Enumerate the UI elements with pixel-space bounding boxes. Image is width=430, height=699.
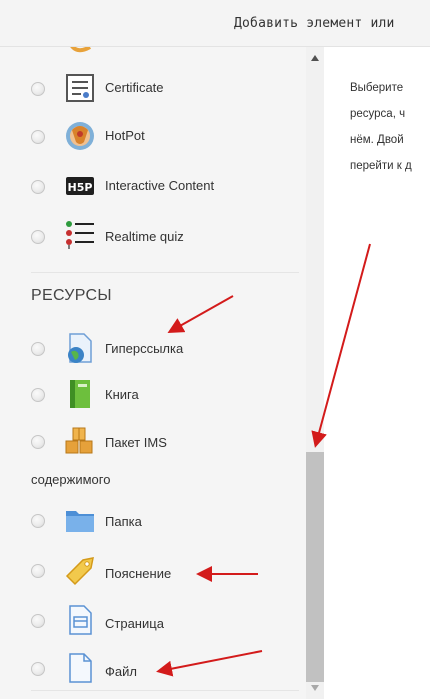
activity-item-interactive-content[interactable]: H5P Interactive Content: [0, 166, 300, 206]
radio-button[interactable]: [31, 514, 45, 528]
activity-item-hotpot[interactable]: HotPot: [0, 116, 300, 156]
resource-label[interactable]: Пояснение: [105, 566, 171, 581]
resource-item-file[interactable]: Файл: [0, 651, 300, 691]
resource-item-url[interactable]: Гиперссылка: [0, 329, 300, 369]
partial-icon: [70, 47, 91, 53]
list-divider: [31, 690, 299, 691]
section-heading: РЕСУРСЫ: [31, 287, 112, 304]
ims-package-icon: [65, 427, 93, 454]
radio-button[interactable]: [31, 230, 45, 244]
help-text-line: перейти к д: [350, 160, 412, 172]
resource-item-book[interactable]: Книга: [0, 375, 300, 415]
radio-button[interactable]: [31, 180, 45, 194]
help-text-line: нём. Двой: [350, 134, 404, 146]
help-text-line: ресурса, ч: [350, 108, 406, 120]
hotpot-icon: [66, 122, 94, 150]
scrollbar-thumb[interactable]: [306, 452, 324, 682]
radio-button[interactable]: [31, 130, 45, 144]
section-divider: [31, 272, 299, 273]
resource-item-folder[interactable]: Папка: [0, 501, 300, 541]
resource-label[interactable]: Книга: [105, 387, 139, 402]
resource-item-ims-package[interactable]: Пакет IMS: [0, 424, 300, 464]
radio-button[interactable]: [31, 82, 45, 96]
scroll-down-arrow-icon[interactable]: [310, 684, 320, 692]
svg-text:H5P: H5P: [68, 181, 93, 194]
activity-label[interactable]: Realtime quiz: [105, 229, 184, 244]
dialog-header: Добавить элемент или: [0, 0, 430, 47]
activity-item-realtime-quiz[interactable]: Realtime quiz: [0, 216, 300, 256]
dialog-title: Добавить элемент или: [234, 16, 395, 31]
radio-button[interactable]: [31, 388, 45, 402]
file-icon: [69, 653, 92, 683]
radio-button[interactable]: [31, 435, 45, 449]
resource-label[interactable]: Гиперссылка: [105, 341, 183, 356]
radio-button[interactable]: [31, 662, 45, 676]
help-text-line: Выберите: [350, 82, 404, 94]
activity-label[interactable]: Interactive Content: [105, 178, 214, 193]
resource-item-page[interactable]: Страница: [0, 603, 300, 643]
resource-label[interactable]: Папка: [105, 514, 142, 529]
activity-label[interactable]: Certificate: [105, 80, 164, 95]
resource-label[interactable]: Файл: [105, 664, 137, 679]
certificate-icon: [66, 74, 94, 102]
activity-label[interactable]: HotPot: [105, 128, 145, 143]
scroll-up-arrow-icon[interactable]: [310, 54, 320, 62]
page-icon: [69, 605, 92, 635]
radio-button[interactable]: [31, 564, 45, 578]
label-tag-icon: [65, 557, 94, 586]
resource-label[interactable]: Страница: [105, 616, 164, 631]
h5p-icon: H5P: [66, 177, 94, 195]
activity-item-certificate[interactable]: Certificate: [0, 67, 300, 107]
radio-button[interactable]: [31, 614, 45, 628]
folder-icon: [66, 511, 94, 532]
list-icon: [66, 221, 94, 249]
globe-link-icon: [68, 333, 92, 363]
resource-label-continuation: содержимого: [31, 472, 111, 487]
resource-label[interactable]: Пакет IMS: [105, 435, 167, 450]
radio-button[interactable]: [31, 342, 45, 356]
book-icon: [70, 380, 90, 408]
annotation-arrow: [311, 243, 371, 448]
resource-item-label[interactable]: Пояснение: [0, 553, 300, 593]
